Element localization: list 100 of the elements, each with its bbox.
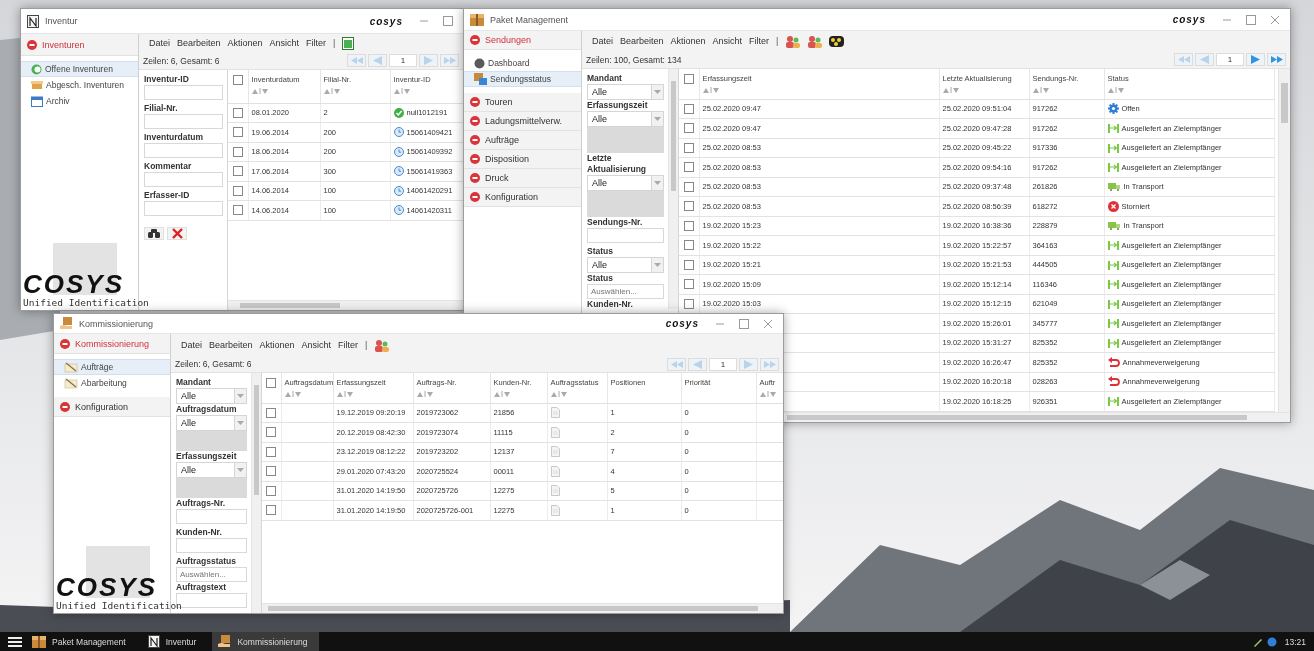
scrollbar[interactable]	[228, 300, 463, 310]
dropdown[interactable]: Alle	[587, 84, 664, 100]
checkbox[interactable]	[266, 407, 277, 418]
checkbox[interactable]	[232, 146, 243, 157]
menu-item[interactable]: Filter	[338, 340, 359, 350]
menu-item[interactable]: Datei	[181, 340, 202, 350]
sidebar-item[interactable]: Abarbeitung	[54, 375, 170, 391]
menu-item[interactable]: Aktionen	[259, 340, 295, 350]
page-field[interactable]: 1	[1216, 53, 1244, 66]
taskbar-item[interactable]: Inventur	[141, 632, 209, 651]
scrollbar-thumb[interactable]	[1281, 83, 1288, 123]
scrollbar-thumb[interactable]	[254, 385, 259, 495]
filter-field[interactable]	[176, 509, 247, 524]
filter-field[interactable]	[176, 538, 247, 553]
sidebar-section[interactable]: Konfiguration	[54, 397, 170, 417]
sidebar-section[interactable]: Konfiguration	[464, 188, 581, 207]
menu-item[interactable]: Ansicht	[712, 36, 743, 46]
sidebar-item[interactable]: Dashboard	[464, 55, 581, 71]
menu-item[interactable]: Ansicht	[269, 38, 300, 48]
sidebar-item[interactable]: Offene Inventuren	[21, 61, 138, 77]
menu-item[interactable]: Aktionen	[227, 38, 263, 48]
menu-item[interactable]: Datei	[592, 36, 613, 46]
sort-icon[interactable]	[284, 391, 301, 397]
menu-item[interactable]: Bearbeiten	[177, 38, 221, 48]
sort-icon[interactable]	[323, 88, 340, 94]
checkbox[interactable]	[266, 378, 277, 388]
checkbox[interactable]	[683, 74, 694, 84]
menu-item[interactable]: Bearbeiten	[620, 36, 664, 46]
checkbox[interactable]	[232, 205, 243, 216]
previous-page-button[interactable]	[368, 54, 387, 67]
sidebar-item[interactable]: Archiv	[21, 93, 138, 109]
last-page-button[interactable]	[1267, 53, 1286, 66]
first-page-button[interactable]	[347, 54, 366, 67]
search-button[interactable]	[144, 227, 164, 240]
filter-field[interactable]: Auswählen...	[176, 567, 247, 582]
menu-item[interactable]: Datei	[149, 38, 170, 48]
scrollbar[interactable]	[668, 69, 678, 309]
checkbox[interactable]	[683, 298, 694, 309]
checkbox[interactable]	[683, 162, 694, 173]
scrollbar[interactable]	[262, 603, 783, 613]
previous-page-button[interactable]	[688, 357, 707, 371]
taskbar-item[interactable]: Kommissionierung	[212, 632, 320, 651]
menu-item[interactable]: Aktionen	[670, 36, 706, 46]
sidebar-section[interactable]: Inventuren	[21, 34, 138, 56]
checkbox[interactable]	[232, 107, 243, 118]
checkbox[interactable]	[683, 103, 694, 114]
checkbox[interactable]	[683, 123, 694, 134]
sidebar-section[interactable]: Aufträge	[464, 131, 581, 150]
checkbox[interactable]	[683, 201, 694, 212]
checkbox[interactable]	[683, 181, 694, 192]
next-page-button[interactable]	[1246, 53, 1265, 66]
filter-field[interactable]	[144, 201, 223, 216]
first-page-button[interactable]	[1174, 53, 1193, 66]
clear-button[interactable]	[167, 227, 187, 240]
sort-icon[interactable]	[493, 391, 510, 397]
menu-item[interactable]: Bearbeiten	[209, 340, 253, 350]
sidebar-section[interactable]: Touren	[464, 93, 581, 112]
sidebar-section[interactable]: Disposition	[464, 150, 581, 169]
scrollbar-thumb[interactable]	[240, 303, 340, 308]
sort-icon[interactable]	[336, 391, 353, 397]
first-page-button[interactable]	[667, 357, 686, 371]
menu-item[interactable]: Filter	[749, 36, 770, 46]
checkbox[interactable]	[232, 75, 243, 85]
menu-item[interactable]: Ansicht	[301, 340, 332, 350]
next-page-button[interactable]	[739, 357, 758, 371]
checkbox[interactable]	[266, 505, 277, 516]
last-page-button[interactable]	[760, 357, 779, 371]
checkbox[interactable]	[266, 485, 277, 496]
next-page-button[interactable]	[419, 54, 438, 67]
scrollbar[interactable]	[785, 412, 1290, 422]
dropdown[interactable]: Alle	[176, 415, 247, 431]
sort-icon[interactable]	[1032, 87, 1049, 93]
scrollbar[interactable]	[251, 373, 261, 613]
checkbox[interactable]	[232, 166, 243, 177]
scrollbar-thumb[interactable]	[787, 415, 1247, 420]
page-field[interactable]: 1	[709, 357, 737, 371]
checkbox[interactable]	[266, 466, 277, 477]
sort-icon[interactable]	[1107, 87, 1124, 93]
sort-icon[interactable]	[550, 391, 567, 397]
sort-icon[interactable]	[393, 88, 410, 94]
sort-icon[interactable]	[251, 88, 268, 94]
checkbox[interactable]	[683, 259, 694, 270]
filter-field[interactable]	[144, 172, 223, 187]
sidebar-section[interactable]: Sendungen	[464, 31, 581, 50]
sidebar-item[interactable]: Aufträge	[54, 359, 170, 375]
filter-field[interactable]: Auswählen...	[587, 284, 664, 299]
filter-field[interactable]	[144, 85, 223, 100]
page-field[interactable]: 1	[389, 54, 417, 67]
taskbar-item[interactable]: Paket Management	[26, 632, 138, 651]
dropdown[interactable]: Alle	[587, 111, 664, 127]
sort-icon[interactable]	[416, 391, 433, 397]
dropdown[interactable]: Alle	[587, 175, 664, 191]
sidebar-item[interactable]: Sendungsstatus	[464, 71, 581, 87]
dropdown[interactable]: Alle	[176, 388, 247, 404]
sidebar-section[interactable]: Kommissionierung	[54, 334, 170, 354]
checkbox[interactable]	[232, 185, 243, 196]
checkbox[interactable]	[683, 240, 694, 251]
filter-field[interactable]	[144, 143, 223, 158]
checkbox[interactable]	[266, 427, 277, 438]
dropdown[interactable]: Alle	[176, 462, 247, 478]
